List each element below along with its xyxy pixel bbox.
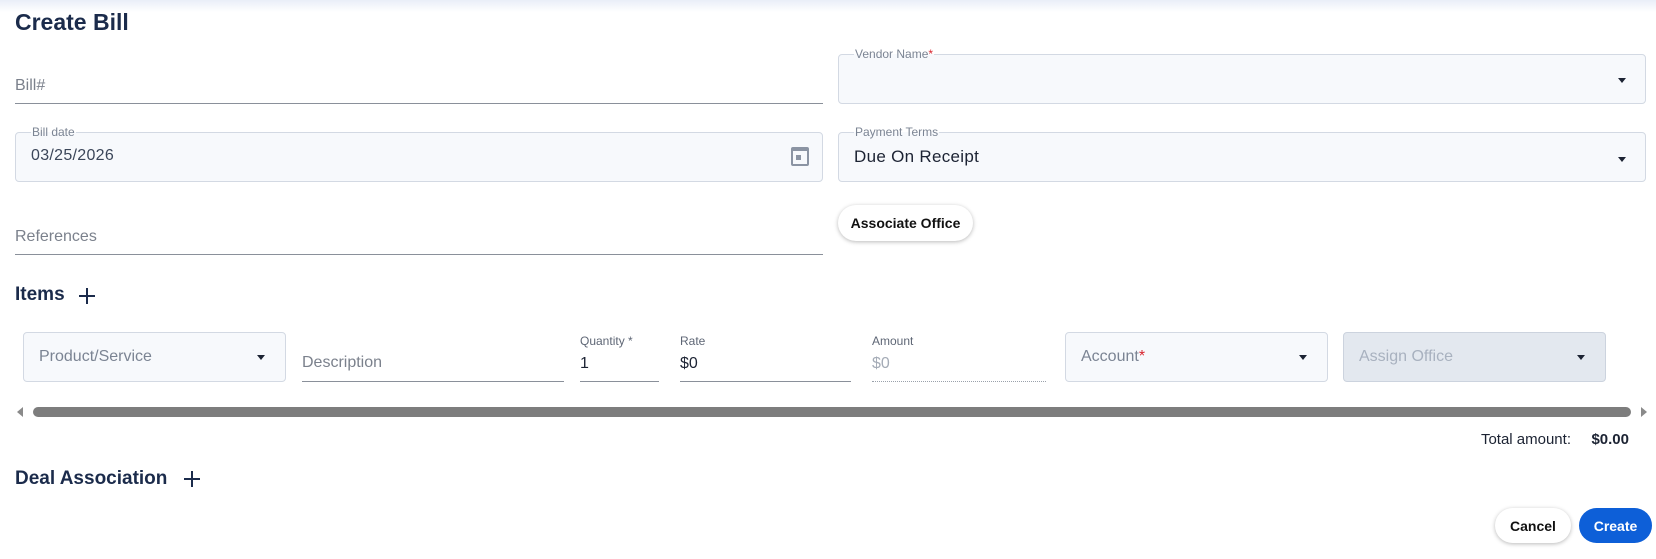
quantity-label: Quantity * xyxy=(580,334,633,348)
chevron-down-icon[interactable] xyxy=(1618,157,1626,162)
bill-date-value: 03/25/2026 xyxy=(31,147,115,164)
chevron-down-icon[interactable] xyxy=(1618,78,1626,83)
amount-field: $0 xyxy=(872,350,1046,382)
amount-value: $0 xyxy=(872,355,890,372)
bill-date-field[interactable]: Bill date 03/25/2026 xyxy=(15,125,823,182)
bill-date-label: Bill date xyxy=(31,125,76,139)
quantity-value: 1 xyxy=(580,355,589,372)
rate-value: $0 xyxy=(680,355,698,372)
horizontal-scrollbar[interactable] xyxy=(33,407,1631,417)
calendar-icon[interactable] xyxy=(791,147,809,166)
bill-number-placeholder: Bill# xyxy=(15,77,46,94)
assign-office-select: Assign Office xyxy=(1343,332,1606,382)
account-select[interactable]: Account* xyxy=(1065,332,1328,382)
rate-input[interactable]: $0 xyxy=(680,350,851,382)
total-amount-label: Total amount: xyxy=(1480,431,1571,448)
total-amount-value: $0.00 xyxy=(1591,431,1629,448)
description-placeholder: Description xyxy=(302,354,383,371)
references-placeholder: References xyxy=(15,228,97,245)
description-input[interactable]: Description xyxy=(302,340,564,382)
create-button[interactable]: Create xyxy=(1579,508,1652,543)
scroll-left-arrow-icon[interactable] xyxy=(17,407,23,417)
vendor-name-label: Vendor Name* xyxy=(854,47,935,61)
rate-label: Rate xyxy=(680,334,706,348)
scroll-right-arrow-icon[interactable] xyxy=(1641,407,1647,417)
chevron-down-icon[interactable] xyxy=(1299,355,1307,360)
references-input[interactable]: References xyxy=(15,211,823,255)
quantity-input[interactable]: 1 xyxy=(580,350,659,382)
deal-association-title: Deal Association xyxy=(15,468,168,489)
top-shadow xyxy=(0,0,1656,12)
product-service-placeholder: Product/Service xyxy=(39,348,152,365)
page-title: Create Bill xyxy=(15,9,129,35)
bill-number-input[interactable]: Bill# xyxy=(15,60,823,104)
account-placeholder: Account* xyxy=(1081,348,1146,365)
associate-office-button[interactable]: Associate Office xyxy=(838,205,973,241)
cancel-button[interactable]: Cancel xyxy=(1495,508,1571,543)
payment-terms-value: Due On Receipt xyxy=(854,147,980,166)
payment-terms-label: Payment Terms xyxy=(854,125,940,139)
chevron-down-icon[interactable] xyxy=(257,355,265,360)
payment-terms-select[interactable]: Payment Terms Due On Receipt xyxy=(838,125,1646,182)
items-section-title: Items xyxy=(15,284,65,305)
amount-label: Amount xyxy=(872,334,914,348)
vendor-name-select[interactable]: Vendor Name* xyxy=(838,47,1646,104)
assign-office-placeholder: Assign Office xyxy=(1359,348,1453,365)
chevron-down-icon xyxy=(1577,355,1585,360)
product-service-select[interactable]: Product/Service xyxy=(23,332,286,382)
add-item-plus-icon[interactable] xyxy=(79,288,95,304)
add-deal-plus-icon[interactable] xyxy=(184,471,200,487)
